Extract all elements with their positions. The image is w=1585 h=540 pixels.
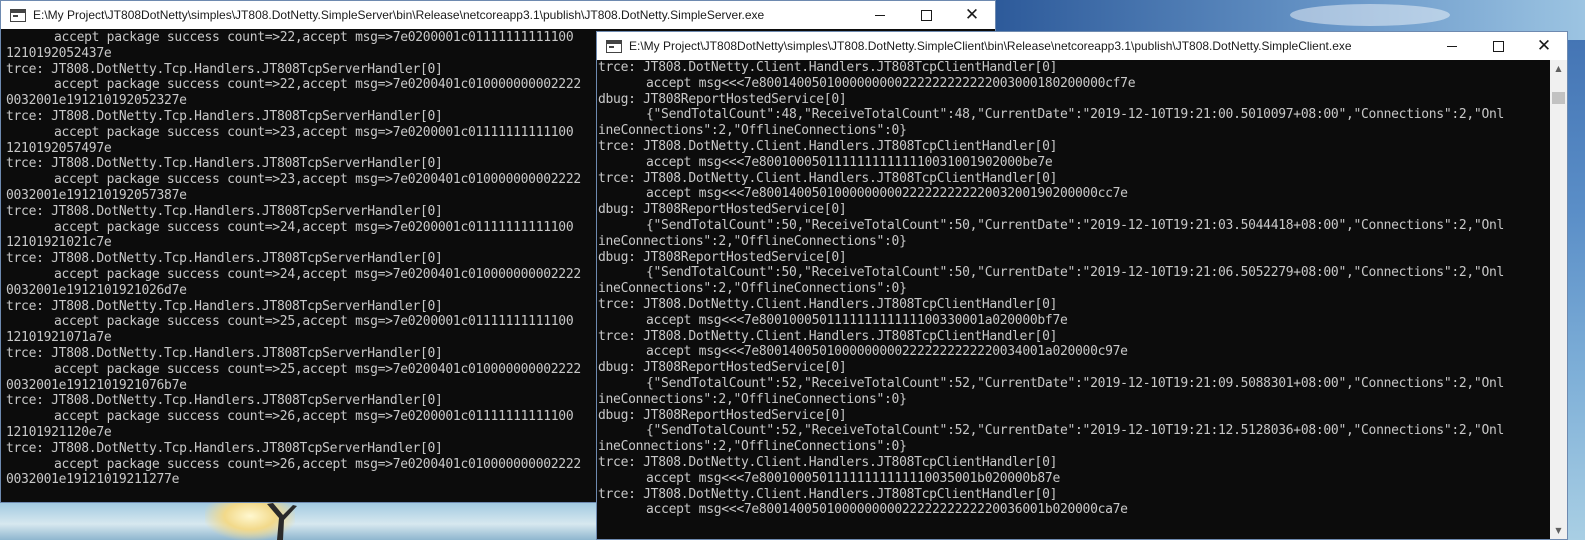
scrollbar-thumb[interactable] [1552,92,1565,104]
console-line: ineConnections":2,"OfflineConnections":0… [598,233,907,249]
scroll-up-arrow-icon[interactable]: ▲ [1550,60,1567,77]
console-line: trce: JT808.DotNetty.Client.Handlers.JT8… [598,170,1058,186]
minimize-button[interactable] [1429,32,1475,60]
console-line: trce: JT808.DotNetty.Client.Handlers.JT8… [598,486,1058,502]
server-titlebar[interactable]: E:\My Project\JT808DotNetty\simples\JT80… [1,1,995,29]
console-line: {"SendTotalCount":50,"ReceiveTotalCount"… [646,217,1505,233]
console-line: dbug: JT808ReportHostedService[0] [598,407,847,423]
console-line: accept msg<<<7e8001400501000000000222222… [646,75,1136,91]
console-line: trce: JT808.DotNetty.Client.Handlers.JT8… [598,60,1058,75]
minimize-button[interactable] [857,1,903,29]
client-console-output[interactable]: trce: JT808.DotNetty.Client.Handlers.JT8… [598,60,1550,539]
console-line: trce: JT808.DotNetty.Client.Handlers.JT8… [598,296,1058,312]
console-line: dbug: JT808ReportHostedService[0] [598,91,847,107]
maximize-button[interactable] [903,1,949,29]
maximize-button[interactable] [1475,32,1521,60]
scroll-down-arrow-icon[interactable]: ▼ [1550,522,1567,539]
console-line: accept msg<<<7e8001400501000000000222222… [646,186,1128,202]
console-line: dbug: JT808ReportHostedService[0] [598,249,847,265]
console-line: ineConnections":2,"OfflineConnections":0… [598,123,907,139]
console-line: trce: JT808.DotNetty.Client.Handlers.JT8… [598,454,1058,470]
console-line: trce: JT808.DotNetty.Client.Handlers.JT8… [598,138,1058,154]
console-line: accept msg<<<7e8001000501111111111111003… [646,470,1060,486]
console-line: {"SendTotalCount":50,"ReceiveTotalCount"… [646,265,1505,281]
console-app-icon [10,8,26,22]
console-line: ineConnections":2,"OfflineConnections":0… [598,439,907,455]
desktop-wallpaper-water [0,500,600,540]
console-line: accept msg<<<7e8001400501000000000222222… [646,502,1128,518]
console-line: {"SendTotalCount":48,"ReceiveTotalCount"… [646,107,1505,123]
console-line: ineConnections":2,"OfflineConnections":0… [598,391,907,407]
close-button[interactable]: ✕ [949,1,995,29]
console-line: dbug: JT808ReportHostedService[0] [598,360,847,376]
desktop-wallpaper-cloud [1290,4,1450,26]
console-line: {"SendTotalCount":52,"ReceiveTotalCount"… [646,375,1505,391]
console-app-icon [606,39,622,53]
console-line: accept msg<<<7e8001000501111111111111003… [646,154,1053,170]
console-line: ineConnections":2,"OfflineConnections":0… [598,281,907,297]
console-line: dbug: JT808ReportHostedService[0] [598,202,847,218]
console-line: {"SendTotalCount":52,"ReceiveTotalCount"… [646,423,1505,439]
client-titlebar[interactable]: E:\My Project\JT808DotNetty\simples\JT80… [597,32,1567,60]
console-line: accept msg<<<7e8001000501111111111111003… [646,312,1068,328]
console-line: trce: JT808.DotNetty.Client.Handlers.JT8… [598,328,1058,344]
desktop-wallpaper-tree [267,503,297,540]
close-button[interactable]: ✕ [1521,32,1567,60]
vertical-scrollbar[interactable]: ▲ ▼ [1550,60,1567,539]
server-window-title: E:\My Project\JT808DotNetty\simples\JT80… [33,8,765,22]
console-line: accept msg<<<7e8001400501000000000222222… [646,344,1128,360]
client-console-window[interactable]: E:\My Project\JT808DotNetty\simples\JT80… [596,31,1568,540]
client-window-title: E:\My Project\JT808DotNetty\simples\JT80… [629,39,1352,53]
